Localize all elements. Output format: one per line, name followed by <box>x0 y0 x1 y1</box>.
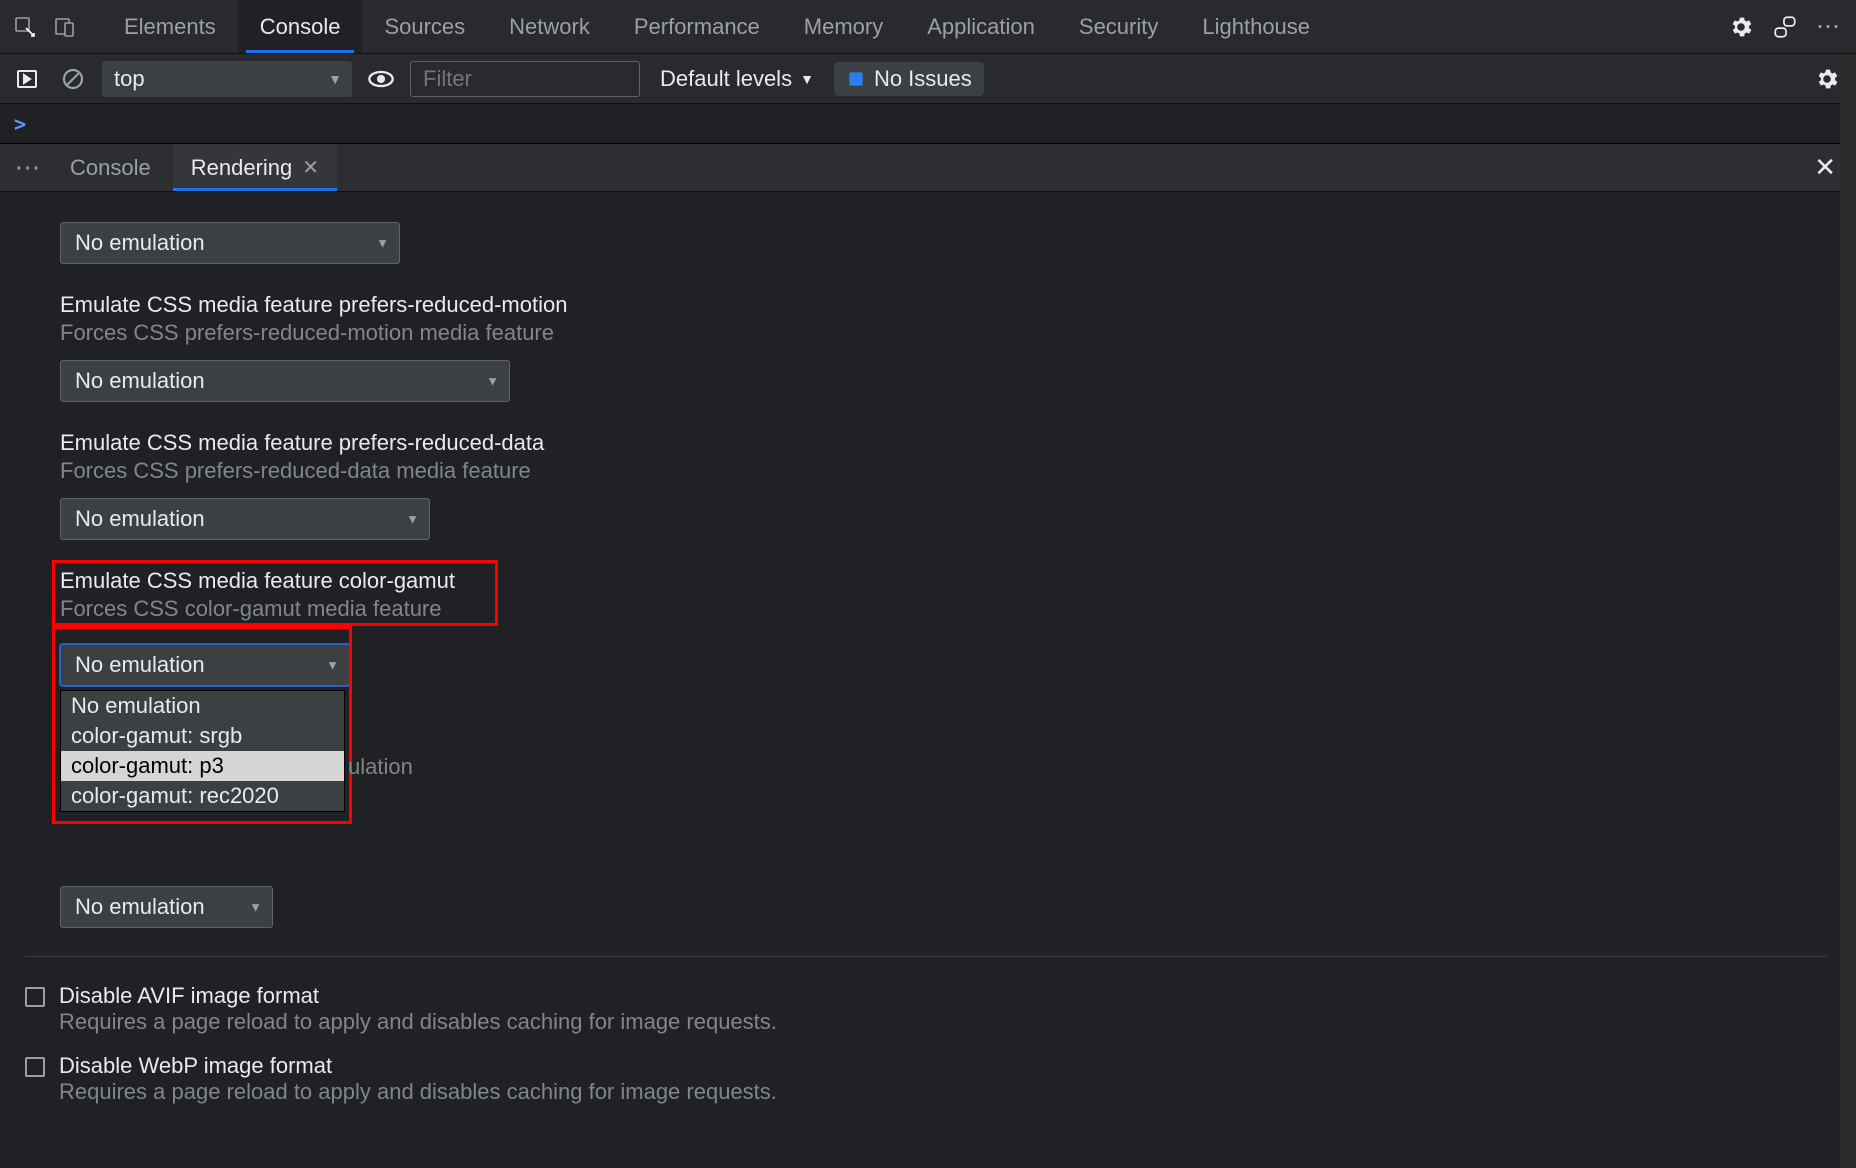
emulation-select-prefers-reduced-data[interactable]: No emulation ▼ <box>60 498 430 540</box>
section-desc: Forces CSS prefers-reduced-motion media … <box>60 320 1826 346</box>
tab-security[interactable]: Security <box>1057 0 1180 53</box>
checkbox-title: Disable AVIF image format <box>59 983 777 1009</box>
drawer-tab-rendering[interactable]: Rendering ✕ <box>173 144 337 191</box>
context-select-value: top <box>114 66 145 92</box>
issues-label: No Issues <box>874 66 972 92</box>
chevron-down-icon: ▼ <box>326 658 339 673</box>
tab-console[interactable]: Console <box>238 0 363 53</box>
checkbox-icon[interactable] <box>25 987 45 1007</box>
main-tab-strip: Elements Console Sources Network Perform… <box>0 0 1856 54</box>
checkbox-disable-avif[interactable]: Disable AVIF image format Requires a pag… <box>25 983 1826 1035</box>
log-levels-label: Default levels <box>660 66 792 92</box>
main-tabs: Elements Console Sources Network Perform… <box>102 0 1332 53</box>
select-value: No emulation <box>75 230 205 256</box>
chevron-down-icon: ▼ <box>249 900 262 915</box>
drawer-tab-label: Rendering <box>191 155 293 181</box>
console-toolbar: top ▼ Default levels ▼ No Issues <box>0 54 1856 104</box>
context-select[interactable]: top ▼ <box>102 61 352 97</box>
customize-icon[interactable] <box>1772 14 1798 40</box>
emulation-select-vision[interactable]: No emulation ▼ <box>60 886 273 928</box>
checkbox-disable-webp[interactable]: Disable WebP image format Requires a pag… <box>25 1053 1826 1105</box>
rendering-panel: No emulation ▼ Emulate CSS media feature… <box>0 192 1856 1168</box>
emulation-select-color-gamut[interactable]: No emulation ▼ <box>60 644 350 686</box>
select-value: No emulation <box>75 652 205 678</box>
more-icon[interactable]: ⋯ <box>1816 12 1842 41</box>
chevron-down-icon: ▼ <box>328 71 342 87</box>
clear-console-icon[interactable] <box>56 62 90 96</box>
prompt-symbol: > <box>14 112 26 136</box>
select-value: No emulation <box>75 368 205 394</box>
checkbox-title: Disable WebP image format <box>59 1053 777 1079</box>
select-value: No emulation <box>75 894 205 920</box>
tab-performance[interactable]: Performance <box>612 0 782 53</box>
issues-button[interactable]: No Issues <box>834 62 984 96</box>
dropdown-option[interactable]: color-gamut: rec2020 <box>61 781 344 811</box>
checkbox-desc: Requires a page reload to apply and disa… <box>59 1079 777 1105</box>
chevron-down-icon: ▼ <box>800 71 814 87</box>
tab-application[interactable]: Application <box>905 0 1057 53</box>
dropdown-option[interactable]: No emulation <box>61 691 344 721</box>
live-expression-icon[interactable] <box>364 62 398 96</box>
emulation-select-prefers-reduced-motion[interactable]: No emulation ▼ <box>60 360 510 402</box>
emulation-section-prefers-reduced-motion: Emulate CSS media feature prefers-reduce… <box>60 292 1826 402</box>
obscured-text-fragment: ulation <box>348 754 413 780</box>
scrollbar[interactable] <box>1840 54 1856 1168</box>
log-levels-select[interactable]: Default levels ▼ <box>652 66 822 92</box>
emulation-section-vision: No emulation ▼ <box>60 886 1826 928</box>
tab-memory[interactable]: Memory <box>782 0 905 53</box>
drawer-tab-strip: ⋯ Console Rendering ✕ ✕ <box>0 144 1856 192</box>
issues-icon <box>846 69 866 89</box>
section-title: Emulate CSS media feature prefers-reduce… <box>60 430 1826 456</box>
checkbox-icon[interactable] <box>25 1057 45 1077</box>
inspect-icon[interactable] <box>8 10 42 44</box>
console-prompt[interactable]: > <box>0 104 1856 144</box>
close-icon[interactable]: ✕ <box>302 155 319 180</box>
emulation-select-generic[interactable]: No emulation ▼ <box>60 222 400 264</box>
device-toggle-icon[interactable] <box>48 10 82 44</box>
checkbox-desc: Requires a page reload to apply and disa… <box>59 1009 777 1035</box>
tab-network[interactable]: Network <box>487 0 612 53</box>
dropdown-option[interactable]: color-gamut: p3 <box>61 751 344 781</box>
section-title: Emulate CSS media feature prefers-reduce… <box>60 292 1826 318</box>
emulation-section-prefers-reduced-data: Emulate CSS media feature prefers-reduce… <box>60 430 1826 540</box>
tab-lighthouse[interactable]: Lighthouse <box>1180 0 1332 53</box>
dropdown-option[interactable]: color-gamut: srgb <box>61 721 344 751</box>
dropdown-popup-color-gamut: No emulation color-gamut: srgb color-gam… <box>60 690 345 812</box>
drawer-tab-console[interactable]: Console <box>52 144 169 191</box>
chevron-down-icon: ▼ <box>376 236 389 251</box>
chevron-down-icon: ▼ <box>486 374 499 389</box>
section-desc: Forces CSS prefers-reduced-data media fe… <box>60 458 1826 484</box>
emulation-section-color-gamut: Emulate CSS media feature color-gamut Fo… <box>60 568 1826 686</box>
emulation-section-generic: No emulation ▼ <box>60 222 1826 264</box>
tab-sources[interactable]: Sources <box>362 0 487 53</box>
section-title: Emulate CSS media feature color-gamut <box>60 568 1826 594</box>
tab-elements[interactable]: Elements <box>102 0 238 53</box>
filter-input[interactable] <box>410 61 640 97</box>
section-desc: Forces CSS color-gamut media feature <box>60 596 1826 622</box>
chevron-down-icon: ▼ <box>406 512 419 527</box>
settings-gear-icon[interactable] <box>1728 14 1754 40</box>
select-value: No emulation <box>75 506 205 532</box>
sidebar-toggle-icon[interactable] <box>10 62 44 96</box>
drawer-more-icon[interactable]: ⋯ <box>8 152 48 183</box>
divider <box>25 956 1826 957</box>
